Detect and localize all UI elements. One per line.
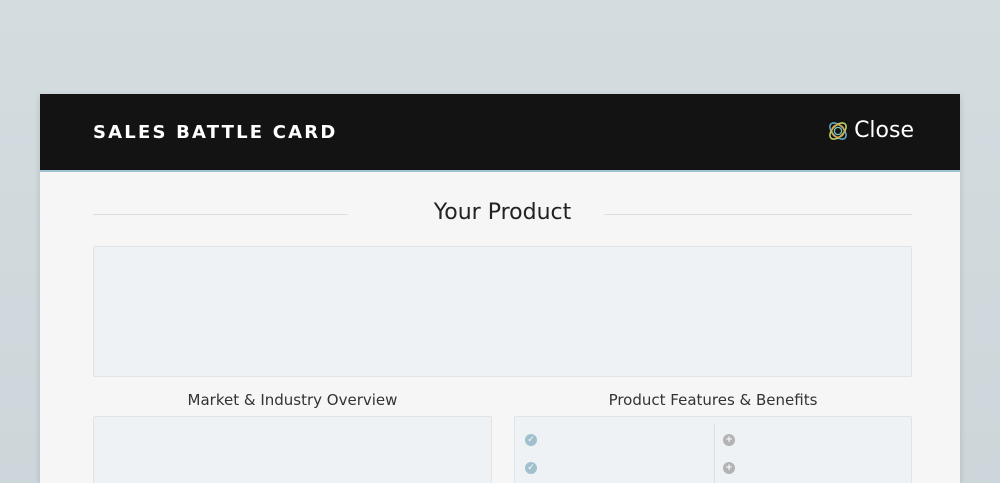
card-title: SALES BATTLE CARD [93, 122, 338, 143]
your-product-textarea[interactable] [93, 246, 912, 377]
close-button[interactable]: Close [826, 118, 914, 143]
feature-column-divider [714, 423, 715, 483]
card-header: SALES BATTLE CARD Close [40, 94, 960, 172]
market-overview-textarea[interactable] [93, 416, 492, 483]
your-product-heading: Your Product [433, 200, 572, 225]
your-product-heading-row: Your Product [93, 198, 912, 228]
close-label: Close [854, 118, 914, 143]
features-benefits-panel: ✓ ✓ + + [514, 416, 912, 483]
features-benefits-heading: Product Features & Benefits [608, 391, 818, 409]
market-overview-heading: Market & Industry Overview [187, 391, 398, 409]
check-circle-icon: ✓ [525, 434, 537, 446]
check-circle-icon: ✓ [525, 462, 537, 474]
close-logo-icon [829, 121, 847, 140]
plus-circle-icon: + [723, 434, 735, 446]
heading-divider-right [604, 214, 912, 215]
battle-card: SALES BATTLE CARD Close Your Product Mar… [40, 94, 960, 483]
plus-circle-icon: + [723, 462, 735, 474]
